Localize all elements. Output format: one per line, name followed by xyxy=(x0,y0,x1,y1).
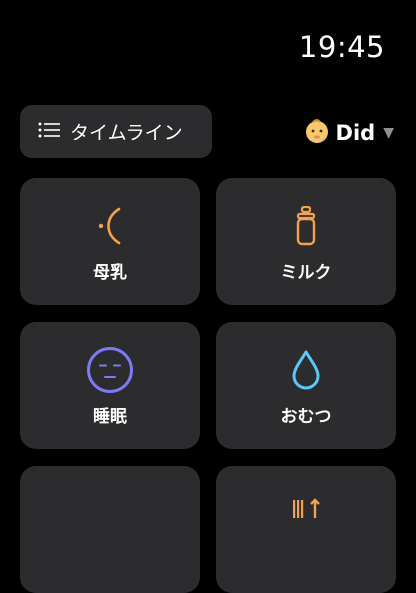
drop-icon xyxy=(290,348,322,392)
profile-selector[interactable]: Did ▼ xyxy=(304,118,394,148)
baby-face-icon xyxy=(304,118,330,148)
tile-label: 睡眠 xyxy=(93,407,127,427)
breastfeeding-icon xyxy=(95,204,125,248)
timeline-button[interactable]: タイムライン xyxy=(20,105,212,158)
sleep-face-icon xyxy=(86,347,134,393)
tile-partial-left[interactable] xyxy=(20,466,200,593)
tile-sleep[interactable]: 睡眠 xyxy=(20,322,200,449)
profile-name: Did xyxy=(335,121,376,145)
tile-milk[interactable]: ミルク xyxy=(216,178,396,305)
tile-label: おむつ xyxy=(280,407,332,427)
tile-diaper[interactable]: おむつ xyxy=(216,322,396,449)
meal-icon xyxy=(289,486,323,530)
tile-breastfeeding[interactable]: 母乳 xyxy=(20,178,200,305)
tile-label: 母乳 xyxy=(93,263,127,283)
timeline-label: タイムライン xyxy=(70,122,183,144)
tile-label: ミルク xyxy=(280,263,332,283)
tile-partial-right[interactable] xyxy=(216,466,396,593)
chevron-down-icon: ▼ xyxy=(383,125,394,141)
clock-time: 19:45 xyxy=(298,30,385,64)
list-icon xyxy=(38,122,60,142)
bottle-icon xyxy=(294,204,318,248)
